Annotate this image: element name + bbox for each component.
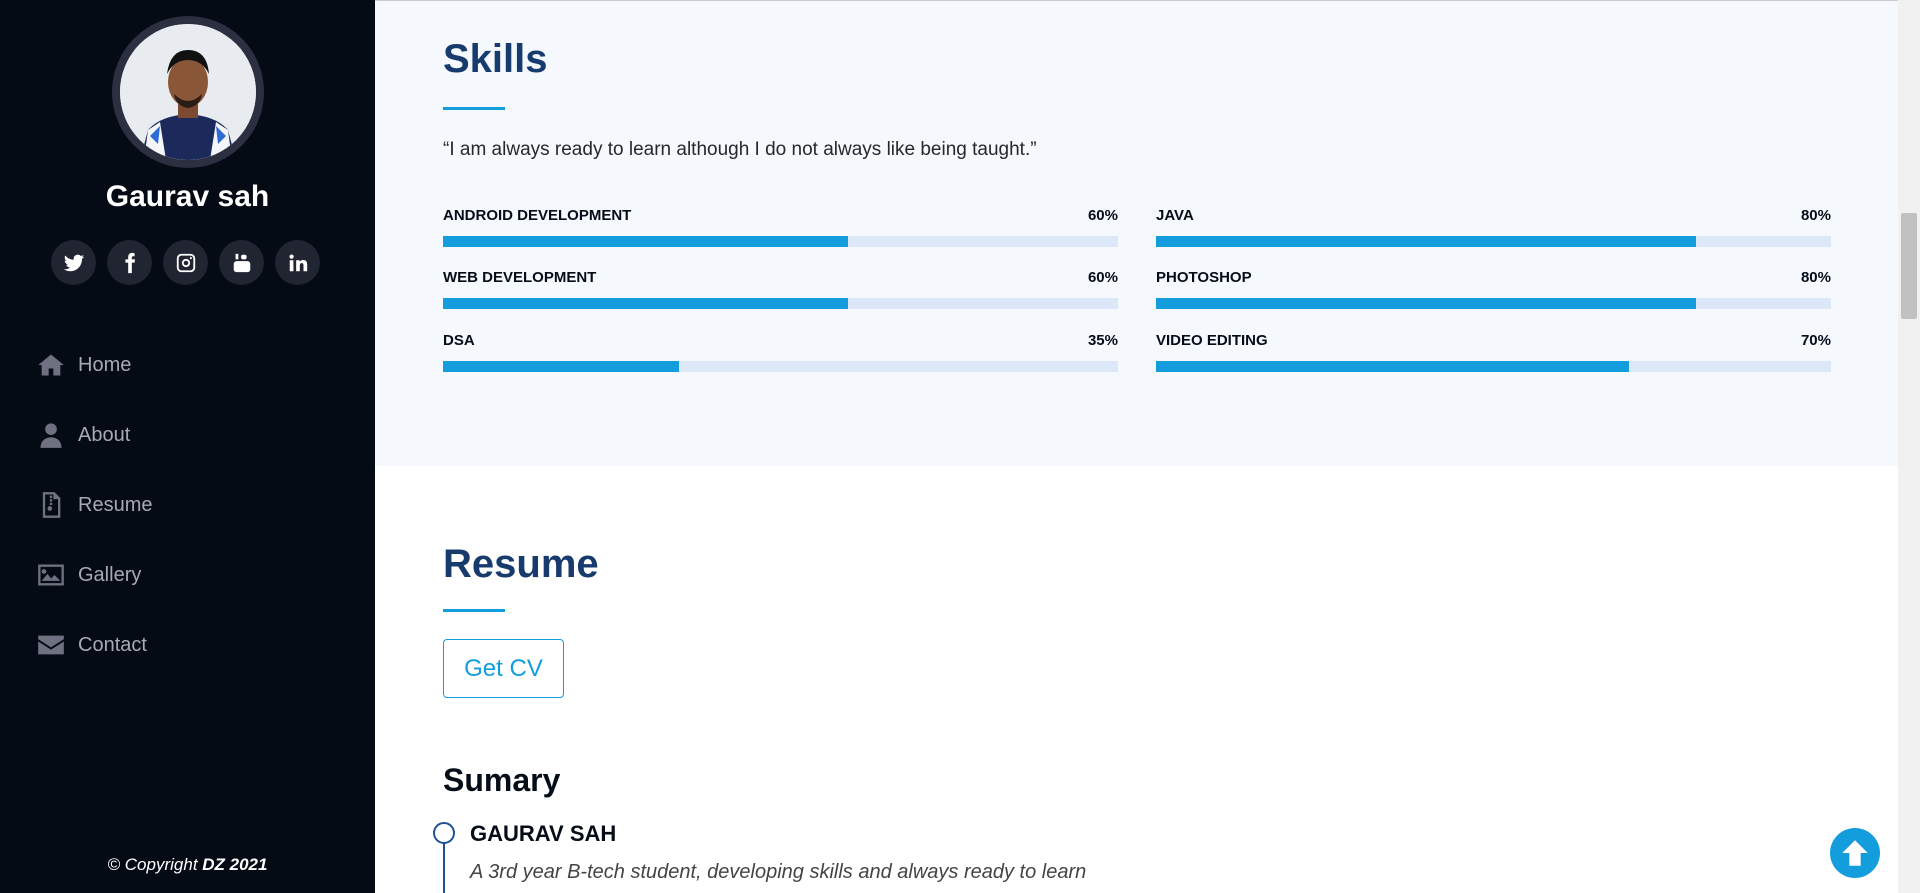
- skills-title-underline: [443, 107, 505, 110]
- twitter-icon: [63, 254, 84, 271]
- avatar: [120, 24, 256, 160]
- copyright-prefix: © Copyright: [107, 855, 203, 874]
- skill-progress-fill: [1156, 236, 1696, 247]
- skill-progress-fill: [443, 236, 848, 247]
- skill-progress-track: [1156, 361, 1831, 372]
- resume-title-underline: [443, 609, 505, 612]
- home-icon: [36, 350, 66, 380]
- facebook-link[interactable]: [107, 240, 152, 285]
- skill-label: JAVA: [1156, 207, 1194, 224]
- profile-name: Gaurav sah: [105, 180, 270, 213]
- skill-percent: 60%: [1087, 269, 1118, 286]
- user-icon: [36, 420, 66, 450]
- main-content: Skills “I am always ready to learn altho…: [375, 0, 1898, 893]
- youtube-link[interactable]: [219, 240, 264, 285]
- skill-label: VIDEO EDITING: [1156, 332, 1268, 349]
- resume-section: Resume Get CV Sumary GAURAV SAH A 3rd ye…: [375, 466, 1898, 893]
- skill-percent: 80%: [1800, 207, 1831, 224]
- skill-label: DSA: [443, 332, 475, 349]
- skill-progress-track: [443, 298, 1118, 309]
- skill-item: JAVA 80%: [1156, 207, 1831, 247]
- skill-percent: 60%: [1087, 207, 1118, 224]
- skills-quote: “I am always ready to learn although I d…: [443, 139, 1037, 160]
- nav-gallery-label: Gallery: [78, 563, 142, 586]
- instagram-icon: [176, 253, 195, 272]
- nav-resume[interactable]: Resume: [36, 470, 152, 540]
- nav-contact-label: Contact: [78, 633, 147, 656]
- copyright-brand: DZ 2021: [202, 855, 268, 874]
- back-to-top-button[interactable]: [1830, 828, 1880, 878]
- resume-entry-name: GAURAV SAH: [470, 821, 617, 846]
- skill-progress-track: [1156, 298, 1831, 309]
- skill-label: ANDROID DEVELOPMENT: [443, 207, 632, 224]
- skill-progress-track: [443, 361, 1118, 372]
- skill-progress-fill: [443, 298, 848, 309]
- skill-item: DSA 35%: [443, 332, 1118, 372]
- skill-label: WEB DEVELOPMENT: [443, 269, 597, 286]
- avatar-frame: [112, 16, 264, 168]
- summary-title: Sumary: [443, 762, 561, 798]
- skill-progress-fill: [443, 361, 680, 372]
- resume-title: Resume: [443, 542, 599, 586]
- skill-percent: 70%: [1800, 332, 1831, 349]
- skill-item: PHOTOSHOP 80%: [1156, 269, 1831, 309]
- nav-home[interactable]: Home: [36, 330, 152, 400]
- twitter-link[interactable]: [51, 240, 96, 285]
- envelope-icon: [36, 630, 66, 660]
- nav-gallery[interactable]: Gallery: [36, 540, 152, 610]
- get-cv-button[interactable]: Get CV: [443, 639, 564, 698]
- skill-item: WEB DEVELOPMENT 60%: [443, 269, 1118, 309]
- arrow-up-icon: [1842, 840, 1868, 866]
- skill-label: PHOTOSHOP: [1156, 269, 1252, 286]
- instagram-link[interactable]: [163, 240, 208, 285]
- linkedin-link[interactable]: [275, 240, 320, 285]
- image-icon: [36, 560, 66, 590]
- scrollbar-thumb[interactable]: [1901, 213, 1917, 319]
- youtube-icon: [233, 253, 250, 272]
- copyright: © Copyright DZ 2021: [0, 855, 375, 875]
- nav-about-label: About: [78, 423, 131, 446]
- page-scrollbar[interactable]: [1898, 0, 1920, 893]
- file-icon: [36, 490, 66, 520]
- skill-progress-track: [1156, 236, 1831, 247]
- skill-item: VIDEO EDITING 70%: [1156, 332, 1831, 372]
- skills-title: Skills: [443, 37, 548, 81]
- skill-progress-fill: [1156, 298, 1696, 309]
- nav-about[interactable]: About: [36, 400, 152, 470]
- social-links: [51, 240, 320, 285]
- nav-resume-label: Resume: [78, 493, 153, 516]
- timeline-dot: [433, 822, 455, 844]
- nav-contact[interactable]: Contact: [36, 610, 152, 680]
- skill-item: ANDROID DEVELOPMENT 60%: [443, 207, 1118, 247]
- sidebar: Gaurav sah Home About Resume Gallery Con…: [0, 0, 375, 893]
- skill-progress-fill: [1156, 361, 1629, 372]
- resume-entry-description: A 3rd year B-tech student, developing sk…: [470, 861, 1087, 883]
- skill-percent: 80%: [1800, 269, 1831, 286]
- sidebar-nav: Home About Resume Gallery Contact: [36, 330, 152, 680]
- facebook-icon: [124, 252, 135, 273]
- linkedin-icon: [288, 253, 307, 271]
- skills-section: Skills “I am always ready to learn altho…: [375, 0, 1898, 466]
- nav-home-label: Home: [78, 353, 132, 376]
- skill-percent: 35%: [1087, 332, 1118, 349]
- skill-progress-track: [443, 236, 1118, 247]
